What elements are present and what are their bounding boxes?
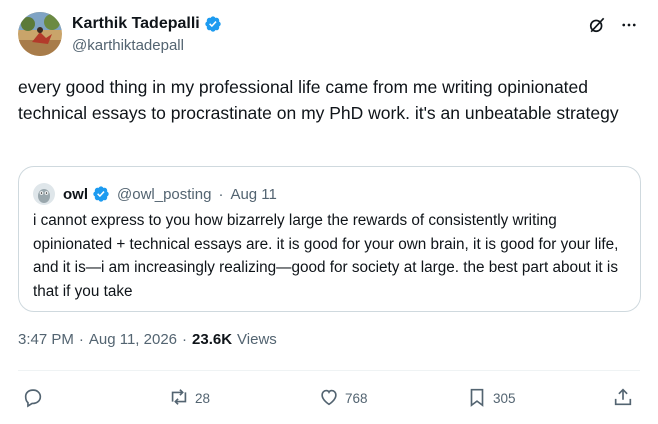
bookmark-icon [466,386,488,411]
quoted-tweet[interactable]: owl @owl_posting · Aug 11 i cannot expre… [18,166,641,312]
repost-icon [168,386,190,411]
repost-count: 28 [195,390,211,406]
quoted-avatar[interactable] [33,183,55,205]
tweet-time[interactable]: 3:47 PM [18,331,74,348]
quoted-date[interactable]: Aug 11 [230,186,276,203]
meta-separator: · [182,331,188,348]
tweet-meta: 3:47 PM · Aug 11, 2026 · 23.6K Views [18,331,277,348]
quoted-handle[interactable]: @owl_posting [117,186,211,203]
verified-icon [92,185,110,203]
action-bar: 28 768 305 [18,384,640,412]
repost-button[interactable]: 28 [168,384,210,412]
views-count: 23.6K [192,331,233,348]
author-name[interactable]: Karthik Tadepalli [72,15,200,33]
quoted-name[interactable]: owl [63,186,88,203]
like-count: 768 [345,390,368,406]
bookmark-button[interactable]: 305 [466,384,516,412]
meta-separator: · [78,331,84,348]
bookmark-count: 305 [493,390,516,406]
grok-icon[interactable] [586,14,608,36]
verified-icon [204,15,222,33]
tweet-header: Karthik Tadepalli @karthiktadepall [18,12,640,60]
quoted-separator: · [218,185,224,203]
like-icon [318,386,340,411]
more-icon[interactable] [618,14,640,36]
share-button[interactable] [612,384,634,412]
tweet-date[interactable]: Aug 11, 2026 [89,331,177,348]
share-icon [612,386,634,411]
quoted-text: i cannot express to you how bizarrely la… [33,212,619,300]
author-avatar[interactable] [18,12,62,56]
reply-button[interactable] [22,384,49,412]
reply-icon [22,386,44,411]
like-button[interactable]: 768 [318,384,368,412]
views-label: Views [237,331,277,348]
tweet-text: every good thing in my professional life… [18,77,619,123]
author-handle[interactable]: @karthiktadepall [72,37,184,54]
divider [18,370,640,371]
